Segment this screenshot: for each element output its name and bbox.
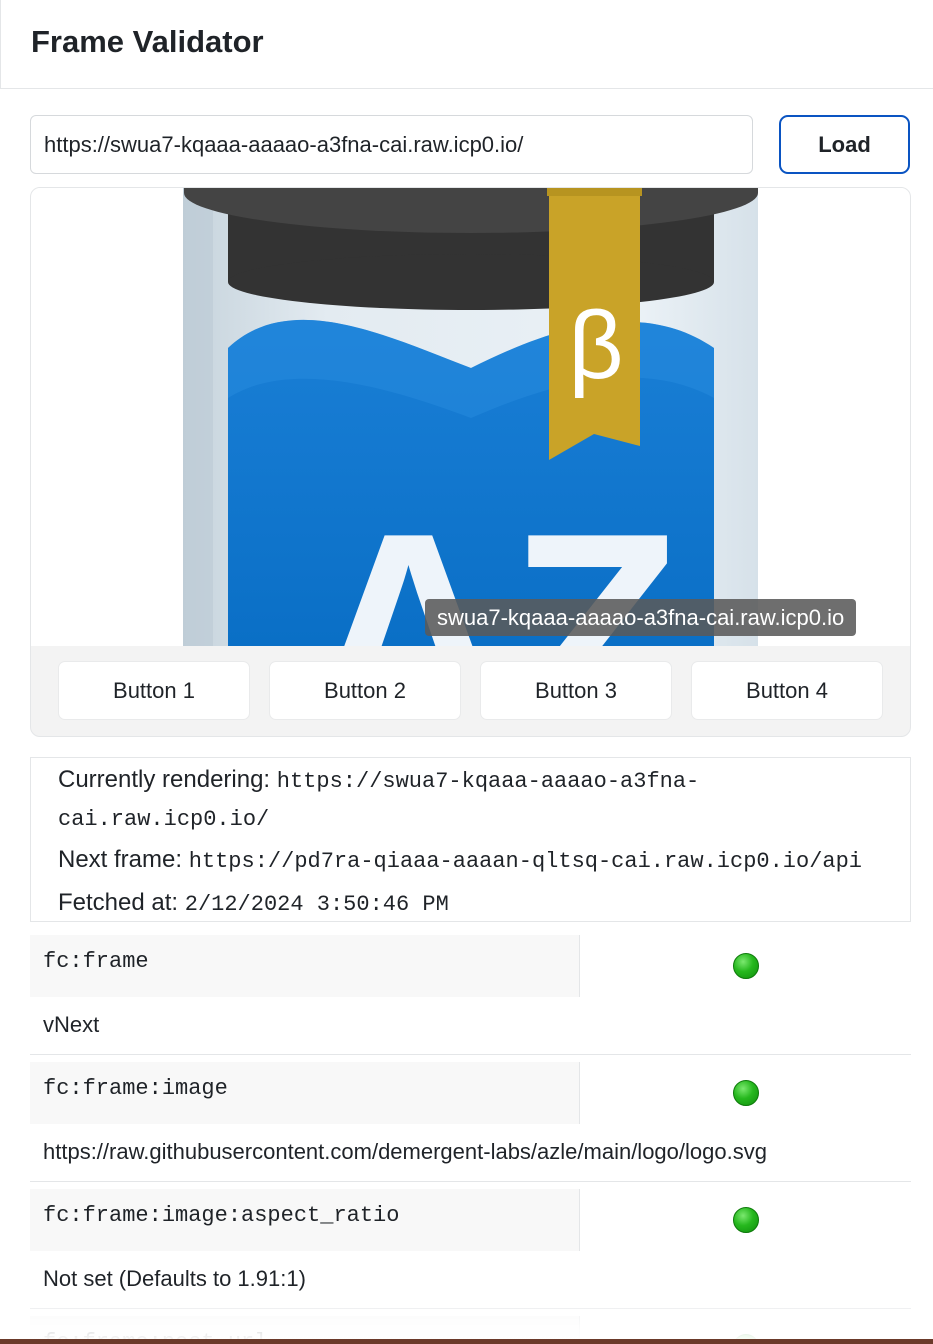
fetched-at-line: Fetched at: 2/12/2024 3:50:46 PM <box>58 889 449 917</box>
tag-value: Not set (Defaults to 1.91:1) <box>30 1251 911 1309</box>
valid-status-icon <box>733 953 759 979</box>
next-frame-line: Next frame: https://pd7ra-qiaaa-aaaan-ql… <box>58 846 862 874</box>
fetched-at-value: 2/12/2024 3:50:46 PM <box>184 892 449 917</box>
frame-button-row: Button 1 Button 2 Button 3 Button 4 <box>31 646 910 736</box>
tag-row: fc:frame:image <box>30 1062 911 1124</box>
load-button[interactable]: Load <box>779 115 910 174</box>
valid-status-icon <box>733 1207 759 1233</box>
frame-preview: β AZ swua7-kqaaa-aaaao-a3fna-cai.raw.icp… <box>30 187 911 737</box>
frame-image[interactable]: β AZ swua7-kqaaa-aaaao-a3fna-cai.raw.icp… <box>31 188 910 646</box>
frame-host-tooltip: swua7-kqaaa-aaaao-a3fna-cai.raw.icp0.io <box>425 599 857 636</box>
tag-key: fc:frame <box>30 935 580 997</box>
tag-key: fc:frame:image:aspect_ratio <box>30 1189 580 1251</box>
currently-rendering-label: Currently rendering: <box>58 766 271 793</box>
azle-logo-image: β AZ <box>183 188 758 646</box>
currently-rendering-url: https://swua7-kqaaa-aaaao-a3fna- <box>276 769 700 794</box>
valid-status-icon <box>733 1080 759 1106</box>
next-frame-url: https://pd7ra-qiaaa-aaaan-qltsq-cai.raw.… <box>188 849 863 874</box>
frame-url-input[interactable] <box>30 115 753 174</box>
fetched-at-label: Fetched at: <box>58 889 179 916</box>
app-header: Frame Validator <box>0 0 933 89</box>
window-bottom-edge <box>0 1339 933 1344</box>
tag-value: https://raw.githubusercontent.com/demerg… <box>30 1124 911 1182</box>
frame-button-3[interactable]: Button 3 <box>480 661 672 720</box>
page-title: Frame Validator <box>31 24 264 59</box>
tag-key: fc:frame:image <box>30 1062 580 1124</box>
currently-rendering-url-cont: cai.raw.icp0.io/ <box>58 807 270 832</box>
currently-rendering-line-2: cai.raw.icp0.io/ <box>58 804 269 832</box>
beta-label: β <box>568 292 623 399</box>
currently-rendering-line: Currently rendering: https://swua7-kqaaa… <box>58 766 699 794</box>
tag-value: vNext <box>30 997 911 1055</box>
frame-info: Currently rendering: https://swua7-kqaaa… <box>30 757 911 922</box>
frame-button-4[interactable]: Button 4 <box>691 661 883 720</box>
next-frame-label: Next frame: <box>58 846 183 873</box>
tag-row: fc:frame:image:aspect_ratio <box>30 1189 911 1251</box>
tag-row: fc:frame <box>30 935 911 997</box>
frame-button-2[interactable]: Button 2 <box>269 661 461 720</box>
frame-button-1[interactable]: Button 1 <box>58 661 250 720</box>
